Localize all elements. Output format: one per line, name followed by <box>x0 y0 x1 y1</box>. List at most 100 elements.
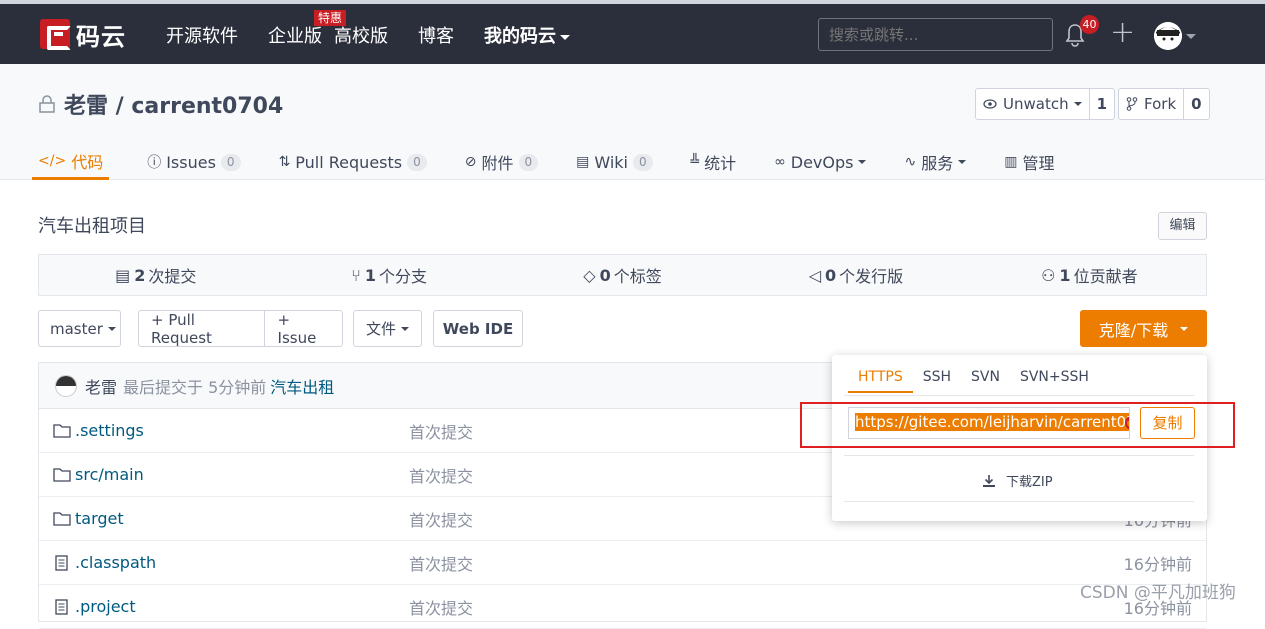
unwatch-count[interactable]: 1 <box>1088 89 1114 119</box>
logo-text: 码云 <box>76 22 126 51</box>
web-ide-button[interactable]: Web IDE <box>433 310 523 347</box>
repo-description: 汽车出租项目 <box>38 216 146 237</box>
files-dropdown[interactable]: 文件 <box>353 310 422 347</box>
stat-contributors-label: 位贡献者 <box>1073 267 1138 286</box>
new-pull-request-button[interactable]: + Pull Request <box>139 311 265 347</box>
user-avatar[interactable] <box>1154 22 1182 50</box>
stat-releases-num: 0 <box>825 265 837 285</box>
file-row[interactable]: .classpath 首次提交 16分钟前 <box>39 541 1206 585</box>
clone-download-button[interactable]: 克隆/下载 <box>1080 310 1207 347</box>
fork-icon <box>1126 97 1138 111</box>
nav-enterprise[interactable]: 企业版 特惠 <box>268 10 347 48</box>
tab-devops-label: DevOps <box>790 152 854 172</box>
file-icon <box>55 598 68 615</box>
nav-my-gitee[interactable]: 我的码云 <box>484 22 570 48</box>
unwatch-button[interactable]: Unwatch 1 <box>975 88 1116 120</box>
repo-name[interactable]: 老雷 / carrent0704 <box>64 88 283 120</box>
document-icon: ▥ <box>1004 154 1018 170</box>
tab-devops[interactable]: ∞ DevOps <box>774 144 867 180</box>
file-name: src/main <box>75 465 144 484</box>
file-row[interactable]: .project 首次提交 16分钟前 <box>39 585 1206 629</box>
tab-attachments[interactable]: ⊘ 附件 0 <box>465 144 539 180</box>
branch-select[interactable]: master <box>38 310 121 347</box>
branch-icon: ⑂ <box>351 265 361 285</box>
commit-time-text: 最后提交于 5分钟前 <box>123 377 267 397</box>
tab-wiki[interactable]: ▤ Wiki 0 <box>576 144 653 180</box>
divider <box>844 455 1194 456</box>
tab-services[interactable]: ∿ 服务 <box>904 144 967 180</box>
contributors-icon: ⚇ <box>1041 265 1056 285</box>
tab-code[interactable]: </> 代码 <box>32 144 110 180</box>
file-name-cell[interactable]: src/main <box>53 465 144 484</box>
plus-icon[interactable]: + <box>1110 16 1135 50</box>
edit-description-button[interactable]: 编辑 <box>1158 212 1207 240</box>
file-commit-message[interactable]: 首次提交 <box>409 463 473 487</box>
file-commit-message[interactable]: 首次提交 <box>409 595 473 619</box>
commit-message-link[interactable]: 汽车出租 <box>270 374 334 398</box>
stat-commits-num: 2 <box>134 265 146 285</box>
stat-tags[interactable]: ◇ 0 个标签 <box>506 255 739 295</box>
tab-ssh[interactable]: SSH <box>913 367 961 393</box>
fork-count[interactable]: 0 <box>1183 89 1208 119</box>
file-name-cell[interactable]: target <box>53 509 124 528</box>
unwatch-label-wrap: Unwatch <box>976 89 1089 119</box>
fork-label-wrap: Fork <box>1119 89 1183 119</box>
fork-label: Fork <box>1144 95 1177 113</box>
gitee-logo[interactable]: 码云 <box>40 18 126 51</box>
chevron-down-icon <box>1180 326 1189 331</box>
file-commit-message[interactable]: 首次提交 <box>409 507 473 531</box>
tab-manage[interactable]: ▥ 管理 <box>1004 144 1054 180</box>
repo-tabs: </> 代码 ⓘ Issues 0 ⇅ Pull Requests 0 ⊘ 附件 0 ▤ Wik… <box>32 144 1092 180</box>
tab-https[interactable]: HTTPS <box>848 367 913 393</box>
stat-commits[interactable]: ▤ 2 次提交 <box>39 255 272 295</box>
tab-manage-label: 管理 <box>1022 154 1055 173</box>
pulse-icon: ∿ <box>904 154 917 170</box>
file-name-cell[interactable]: .settings <box>53 421 144 440</box>
new-issue-button[interactable]: + Issue <box>265 311 342 347</box>
file-commit-message[interactable]: 首次提交 <box>409 419 473 443</box>
file-name-cell[interactable]: .classpath <box>53 553 156 572</box>
tab-wiki-label: Wiki <box>594 152 628 172</box>
file-name: .project <box>75 597 136 616</box>
nav-university[interactable]: 高校版 <box>334 22 388 48</box>
download-zip-link[interactable]: 下载ZIP <box>982 471 1053 490</box>
chevron-down-icon <box>858 160 867 164</box>
avatar-chevron-icon[interactable] <box>1186 34 1196 39</box>
files-label: 文件 <box>366 320 397 338</box>
tag-icon: ◇ <box>583 265 596 285</box>
nav-open-source[interactable]: 开源软件 <box>166 22 238 48</box>
book-icon: ▤ <box>576 154 590 170</box>
chevron-down-icon <box>107 326 116 331</box>
tab-pull-requests[interactable]: ⇅ Pull Requests 0 <box>279 144 427 180</box>
tab-svn-ssh[interactable]: SVN+SSH <box>1010 367 1099 393</box>
nav-blog[interactable]: 博客 <box>418 22 454 48</box>
branch-name: master <box>50 319 103 338</box>
fork-button[interactable]: Fork 0 <box>1118 88 1210 120</box>
folder-icon <box>53 424 71 438</box>
tab-attach-count: 0 <box>518 153 539 171</box>
stat-tags-label: 个标签 <box>613 267 662 286</box>
chevron-down-icon <box>560 34 570 40</box>
folder-icon <box>53 468 71 482</box>
file-commit-message[interactable]: 首次提交 <box>409 551 473 575</box>
tab-issues[interactable]: ⓘ Issues 0 <box>147 144 241 180</box>
tab-stats-label: 统计 <box>704 154 737 173</box>
avatar[interactable] <box>55 374 77 397</box>
download-zip-label: 下载ZIP <box>1006 475 1053 490</box>
nav-enterprise-label: 企业版 <box>268 26 322 47</box>
commit-author[interactable]: 老雷 <box>85 374 117 398</box>
divider <box>844 395 1194 396</box>
stat-commits-label: 次提交 <box>148 267 197 286</box>
tab-stats[interactable]: ╩ 统计 <box>691 144 736 180</box>
stat-tags-num: 0 <box>599 265 611 285</box>
info-circle-icon: ⓘ <box>147 155 162 171</box>
stat-releases[interactable]: ◁ 0 个发行版 <box>739 255 972 295</box>
commit-icon: ▤ <box>115 265 131 285</box>
file-name-cell[interactable]: .project <box>53 597 136 616</box>
tab-svn[interactable]: SVN <box>961 367 1010 393</box>
stat-branches[interactable]: ⑂ 1 个分支 <box>272 255 505 295</box>
lock-icon <box>39 95 55 113</box>
stat-contributors[interactable]: ⚇ 1 位贡献者 <box>973 255 1206 295</box>
pull-request-icon: ⇅ <box>278 154 291 170</box>
search-input[interactable] <box>818 18 1053 51</box>
